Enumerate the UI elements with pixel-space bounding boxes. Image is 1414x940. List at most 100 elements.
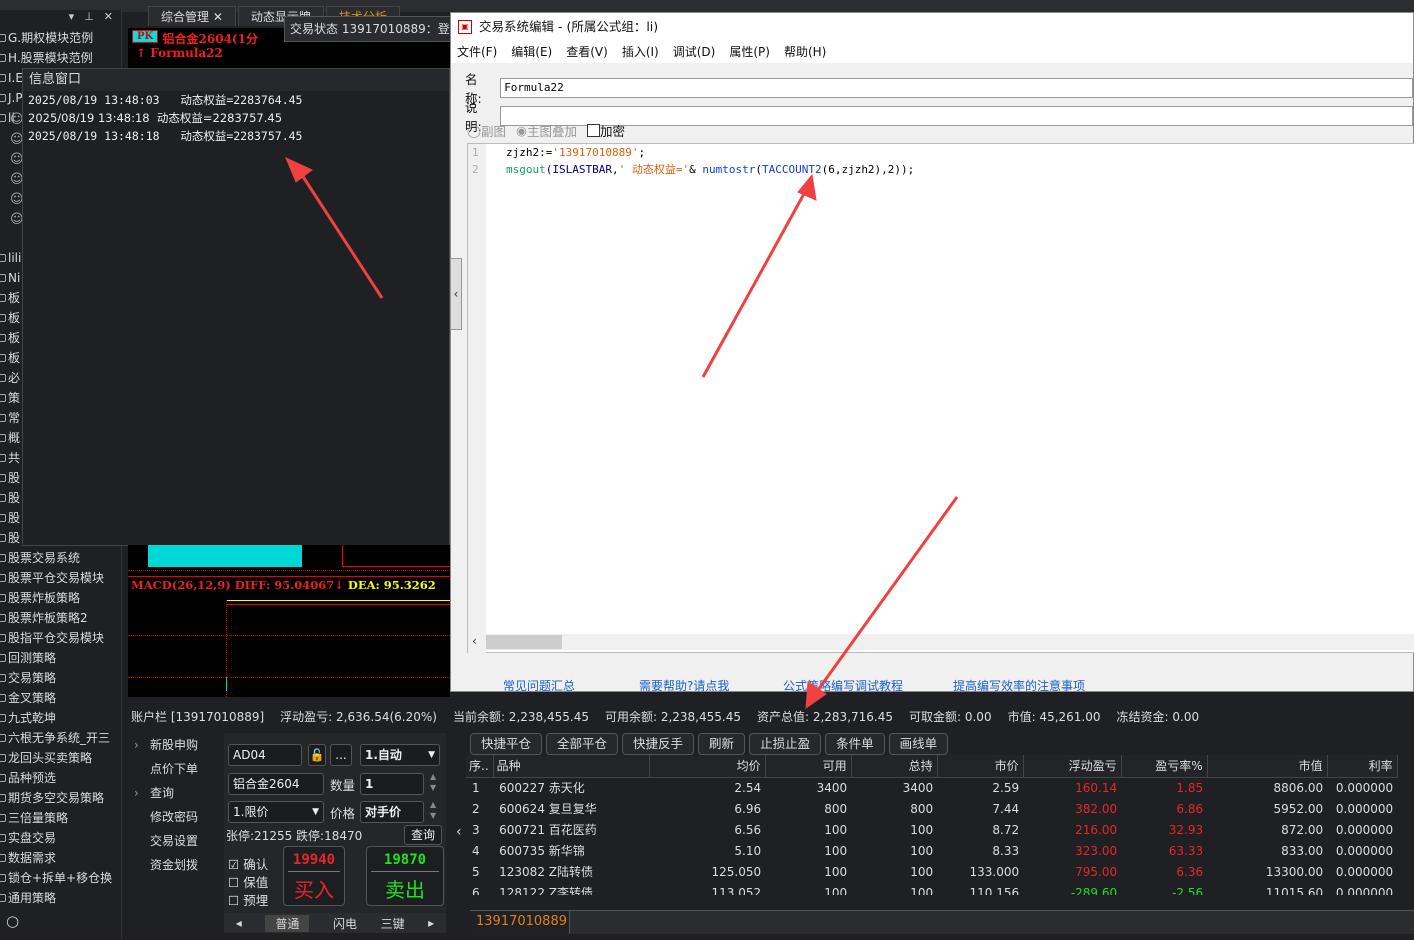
table-row[interactable]: 3 600721 百花医药 6.56 100 100 8.72 216.00 32.93 872…	[466, 819, 1397, 840]
price-type-select[interactable]: 1.限价 ▼	[228, 801, 324, 823]
tree-item[interactable]: 六根无争系统_开三	[0, 728, 110, 748]
column-header[interactable]: 品种	[493, 755, 650, 778]
collapse-handle[interactable]: ‹	[450, 258, 462, 330]
column-header[interactable]: 均价	[649, 755, 766, 778]
tree-item[interactable]: J.P	[0, 88, 23, 108]
table-row[interactable]: 5 123082 Z陆转债 125.050 100 100 133.000 795.00 6.…	[466, 861, 1397, 882]
tree-item[interactable]: 股票炸板策略	[0, 588, 80, 608]
tree-item[interactable]: 板	[0, 308, 20, 328]
tree-item[interactable]: 股指平仓交易模块	[0, 628, 104, 648]
toolbar-button[interactable]: 刷新	[698, 733, 746, 755]
preset-checkbox[interactable]: ☐ 预埋	[228, 890, 268, 909]
tree-item[interactable]: 概	[0, 428, 20, 448]
tree-item[interactable]: 股	[0, 528, 20, 548]
menu-item[interactable]: 查看(V)	[566, 41, 608, 63]
encrypt-checkbox[interactable]	[586, 124, 600, 137]
tree-item[interactable]: 股	[0, 468, 20, 488]
price-input[interactable]: 对手价	[360, 801, 424, 823]
mode-select[interactable]: 1.自动 ▼	[360, 744, 440, 766]
tree-item[interactable]: 股	[0, 508, 20, 528]
menu-item[interactable]: 调试(D)	[673, 41, 716, 63]
pin-icon[interactable]: ⊥	[84, 10, 94, 28]
unlock-icon[interactable]: 🔓	[308, 744, 326, 766]
trade-menu-item[interactable]: › 新股申购	[132, 733, 224, 757]
column-header[interactable]: 盈亏率%	[1121, 755, 1208, 778]
more-button[interactable]: ...	[330, 744, 352, 766]
tree-item[interactable]: 金叉策略	[0, 688, 56, 708]
help-link[interactable]: 常见问题汇总	[503, 677, 575, 694]
account-select[interactable]: AD04	[228, 744, 302, 766]
menu-item[interactable]: 帮助(H)	[784, 41, 826, 63]
desc-input[interactable]	[500, 106, 1413, 126]
table-row[interactable]: 2 600624 复旦复华 6.96 800 800 7.44 382.00 6.86 5952…	[466, 798, 1397, 819]
column-header[interactable]: 可用	[765, 755, 852, 778]
menu-item[interactable]: 编辑(E)	[511, 41, 552, 63]
tree-item[interactable]: 股	[0, 488, 20, 508]
column-header[interactable]: 总持	[851, 755, 938, 778]
buy-button[interactable]: 19940 买入	[283, 846, 345, 906]
code-editor[interactable]: 1 zjzh2:='13917010889'; 2 msgout(ISLASTBAR,…	[467, 143, 1414, 654]
trade-menu-item[interactable]: › 查询	[132, 781, 224, 805]
tree-item[interactable]: 九式乾坤	[0, 708, 56, 728]
tree-item[interactable]: 数据需求	[0, 848, 56, 868]
close-icon[interactable]: ✕	[104, 10, 113, 28]
tree-item[interactable]: H.股票模块范例	[0, 48, 93, 68]
name-input[interactable]: Formula22	[500, 78, 1413, 98]
column-header[interactable]: 市价	[937, 755, 1024, 778]
tree-item[interactable]: 股票交易系统	[0, 548, 80, 568]
toolbar-button[interactable]: 止损止盈	[749, 733, 822, 755]
table-row[interactable]: 4 600735 新华锦 5.10 100 100 8.33 323.00 63.33 833.…	[466, 840, 1397, 861]
chevron-right-icon[interactable]: ▸	[428, 916, 434, 930]
tree-item[interactable]: 板	[0, 288, 20, 308]
table-row[interactable]: 6 128122 Z李转债 113.052 100 100 110.156 -289.60 -…	[466, 882, 1397, 896]
tree-item[interactable]: 三倍量策略	[0, 808, 68, 828]
help-link[interactable]: 提高编写效率的注意事项	[953, 677, 1085, 694]
toolbar-button[interactable]: 快捷平仓	[470, 733, 543, 755]
tab-three-key[interactable]: 三键	[381, 915, 405, 932]
qty-stepper[interactable]: ▲ ▼	[430, 771, 436, 793]
radio-main-overlay[interactable]: ◉	[516, 123, 527, 138]
trade-menu-item[interactable]: 修改密码	[132, 805, 224, 829]
account-tab[interactable]: 13917010889	[470, 911, 570, 934]
chevron-left-icon[interactable]: ‹	[456, 824, 462, 840]
price-stepper[interactable]: ▲ ▼	[430, 799, 436, 821]
tree-item[interactable]: Ni	[0, 268, 20, 288]
tree-item[interactable]: 交易策略	[0, 668, 56, 688]
scrollbar-thumb[interactable]	[486, 635, 562, 649]
column-header[interactable]: 浮动盈亏	[1023, 755, 1122, 778]
tab-flash[interactable]: 闪电	[333, 915, 357, 932]
tree-item[interactable]: 常	[0, 408, 20, 428]
tree-item[interactable]: 品种预选	[0, 768, 56, 788]
horizontal-scrollbar[interactable]: ‹	[468, 634, 1414, 650]
chevron-left-icon[interactable]: ‹	[472, 634, 477, 648]
sell-button[interactable]: 19870 卖出	[366, 846, 444, 906]
tree-item[interactable]: 板	[0, 348, 20, 368]
tree-item[interactable]: 股票平仓交易模块	[0, 568, 104, 588]
hedge-checkbox[interactable]: ☐ 保值	[228, 872, 268, 891]
table-row[interactable]: 1 600227 赤天化 2.54 3400 3400 2.59 160.14 1.85 880…	[466, 777, 1397, 798]
column-header[interactable]: 市值	[1207, 755, 1328, 778]
toolbar-button[interactable]: 全部平仓	[546, 733, 619, 755]
menu-item[interactable]: 文件(F)	[457, 41, 497, 63]
chevron-left-icon[interactable]: ◂	[236, 916, 242, 930]
tab-normal[interactable]: 普通	[265, 914, 310, 932]
trade-menu-item[interactable]: 交易设置	[132, 829, 224, 853]
trade-menu-item[interactable]: 资金划拨	[132, 853, 224, 877]
column-header[interactable]: 利率	[1327, 755, 1398, 778]
period-badge[interactable]: PK	[132, 30, 159, 43]
tree-item[interactable]: 板	[0, 328, 20, 348]
radio-sub-chart[interactable]: ◯	[467, 123, 481, 138]
confirm-checkbox[interactable]: ☑ 确认	[228, 854, 268, 873]
trade-menu-item[interactable]: 点价下单	[132, 757, 224, 781]
tree-item[interactable]: 回测策略	[0, 648, 56, 668]
tree-item[interactable]: 龙回头买卖策略	[0, 748, 92, 768]
tree-item[interactable]: 实盘交易	[0, 828, 56, 848]
toolbar-button[interactable]: 快捷反手	[622, 733, 695, 755]
tree-item[interactable]: 股票炸板策略2	[0, 608, 88, 628]
tree-item[interactable]: 通用策略	[0, 888, 56, 908]
close-icon[interactable]: ✕	[213, 10, 223, 24]
tree-item[interactable]: G.期权模块范例	[0, 28, 93, 48]
query-button[interactable]: 查询	[404, 825, 442, 845]
tree-item[interactable]: lili	[0, 248, 21, 268]
tree-item[interactable]: 期货多空交易策略	[0, 788, 104, 808]
